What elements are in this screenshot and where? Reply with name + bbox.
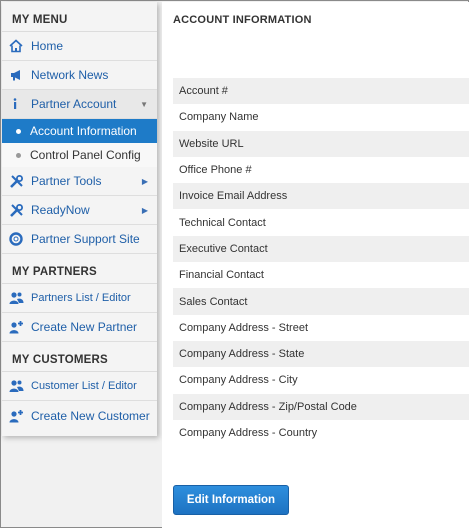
nav-partner-account[interactable]: Partner Account ▼ bbox=[2, 90, 157, 119]
sidebar: MY MENU Home Network News Partner Accoun… bbox=[2, 2, 157, 436]
nav-readynow-label: ReadyNow bbox=[31, 203, 90, 217]
nav-customer-list-label: Customer List / Editor bbox=[31, 380, 137, 392]
users-icon bbox=[8, 378, 24, 394]
nav-partners-list-label: Partners List / Editor bbox=[31, 292, 131, 304]
nav-create-new-customer-label: Create New Customer bbox=[31, 408, 150, 423]
field-row: Company Address - Zip/Postal Code bbox=[173, 393, 469, 420]
field-row: Account # bbox=[173, 78, 469, 105]
nav-create-new-customer[interactable]: Create New Customer bbox=[2, 401, 157, 430]
app-frame: MY MENU Home Network News Partner Accoun… bbox=[0, 0, 469, 528]
nav-network-news-label: Network News bbox=[31, 68, 109, 82]
subnav-control-panel-config[interactable]: Control Panel Config bbox=[2, 143, 157, 167]
subnav-control-panel-config-label: Control Panel Config bbox=[30, 148, 141, 162]
chevron-right-icon: ▶ bbox=[141, 206, 148, 215]
users-icon bbox=[8, 290, 24, 306]
nav-partner-support-site-label: Partner Support Site bbox=[31, 232, 140, 246]
field-row: Company Address - Country bbox=[173, 419, 469, 447]
megaphone-icon bbox=[8, 67, 24, 83]
field-row: Executive Contact bbox=[173, 235, 469, 263]
nav-partners-list[interactable]: Partners List / Editor bbox=[2, 284, 157, 313]
tools-icon bbox=[8, 202, 24, 218]
nav-network-news[interactable]: Network News bbox=[2, 61, 157, 90]
chevron-down-icon: ▼ bbox=[140, 100, 148, 109]
field-row: Sales Contact bbox=[173, 288, 469, 315]
home-icon bbox=[8, 38, 24, 54]
bullet-icon bbox=[16, 152, 21, 158]
nav-partner-tools-label: Partner Tools bbox=[31, 174, 102, 188]
nav-create-new-partner-label: Create New Partner bbox=[31, 320, 138, 334]
section-heading-my-customers: MY CUSTOMERS bbox=[2, 342, 157, 372]
field-row: Financial Contact bbox=[173, 262, 469, 289]
subnav-account-information[interactable]: Account Information bbox=[2, 119, 157, 143]
section-heading-my-menu: MY MENU bbox=[2, 2, 157, 32]
field-row: Office Phone # bbox=[173, 156, 469, 184]
main-panel: ACCOUNT INFORMATION Account # Company Na… bbox=[162, 2, 469, 528]
subnav-account-information-label: Account Information bbox=[30, 124, 137, 138]
field-row: Company Address - City bbox=[173, 367, 469, 394]
bullet-icon bbox=[16, 128, 21, 134]
lifebuoy-icon bbox=[8, 231, 24, 247]
tools-icon bbox=[8, 173, 24, 189]
field-row: Company Address - State bbox=[173, 340, 469, 368]
add-user-icon bbox=[8, 319, 24, 335]
add-user-icon bbox=[8, 408, 24, 424]
nav-home-label: Home bbox=[31, 39, 64, 53]
chevron-right-icon: ▶ bbox=[141, 177, 148, 186]
nav-partner-account-label: Partner Account bbox=[31, 97, 117, 111]
info-icon bbox=[8, 96, 24, 112]
field-row: Company Name bbox=[173, 104, 469, 131]
section-heading-my-partners: MY PARTNERS bbox=[2, 254, 157, 284]
field-row: Website URL bbox=[173, 130, 469, 157]
field-row: Invoice Email Address bbox=[173, 183, 469, 210]
field-row: Company Address - Street bbox=[173, 314, 469, 341]
page-title: ACCOUNT INFORMATION bbox=[173, 14, 312, 26]
account-info-table: Account # Company Name Website URL Offic… bbox=[173, 78, 469, 447]
nav-partner-support-site[interactable]: Partner Support Site bbox=[2, 225, 157, 254]
edit-information-button[interactable]: Edit Information bbox=[173, 485, 289, 515]
nav-customer-list[interactable]: Customer List / Editor bbox=[2, 372, 157, 401]
field-row: Technical Contact bbox=[173, 209, 469, 236]
nav-readynow[interactable]: ReadyNow ▶ bbox=[2, 196, 157, 225]
nav-partner-tools[interactable]: Partner Tools ▶ bbox=[2, 167, 157, 196]
nav-home[interactable]: Home bbox=[2, 32, 157, 61]
nav-create-new-partner[interactable]: Create New Partner bbox=[2, 313, 157, 342]
